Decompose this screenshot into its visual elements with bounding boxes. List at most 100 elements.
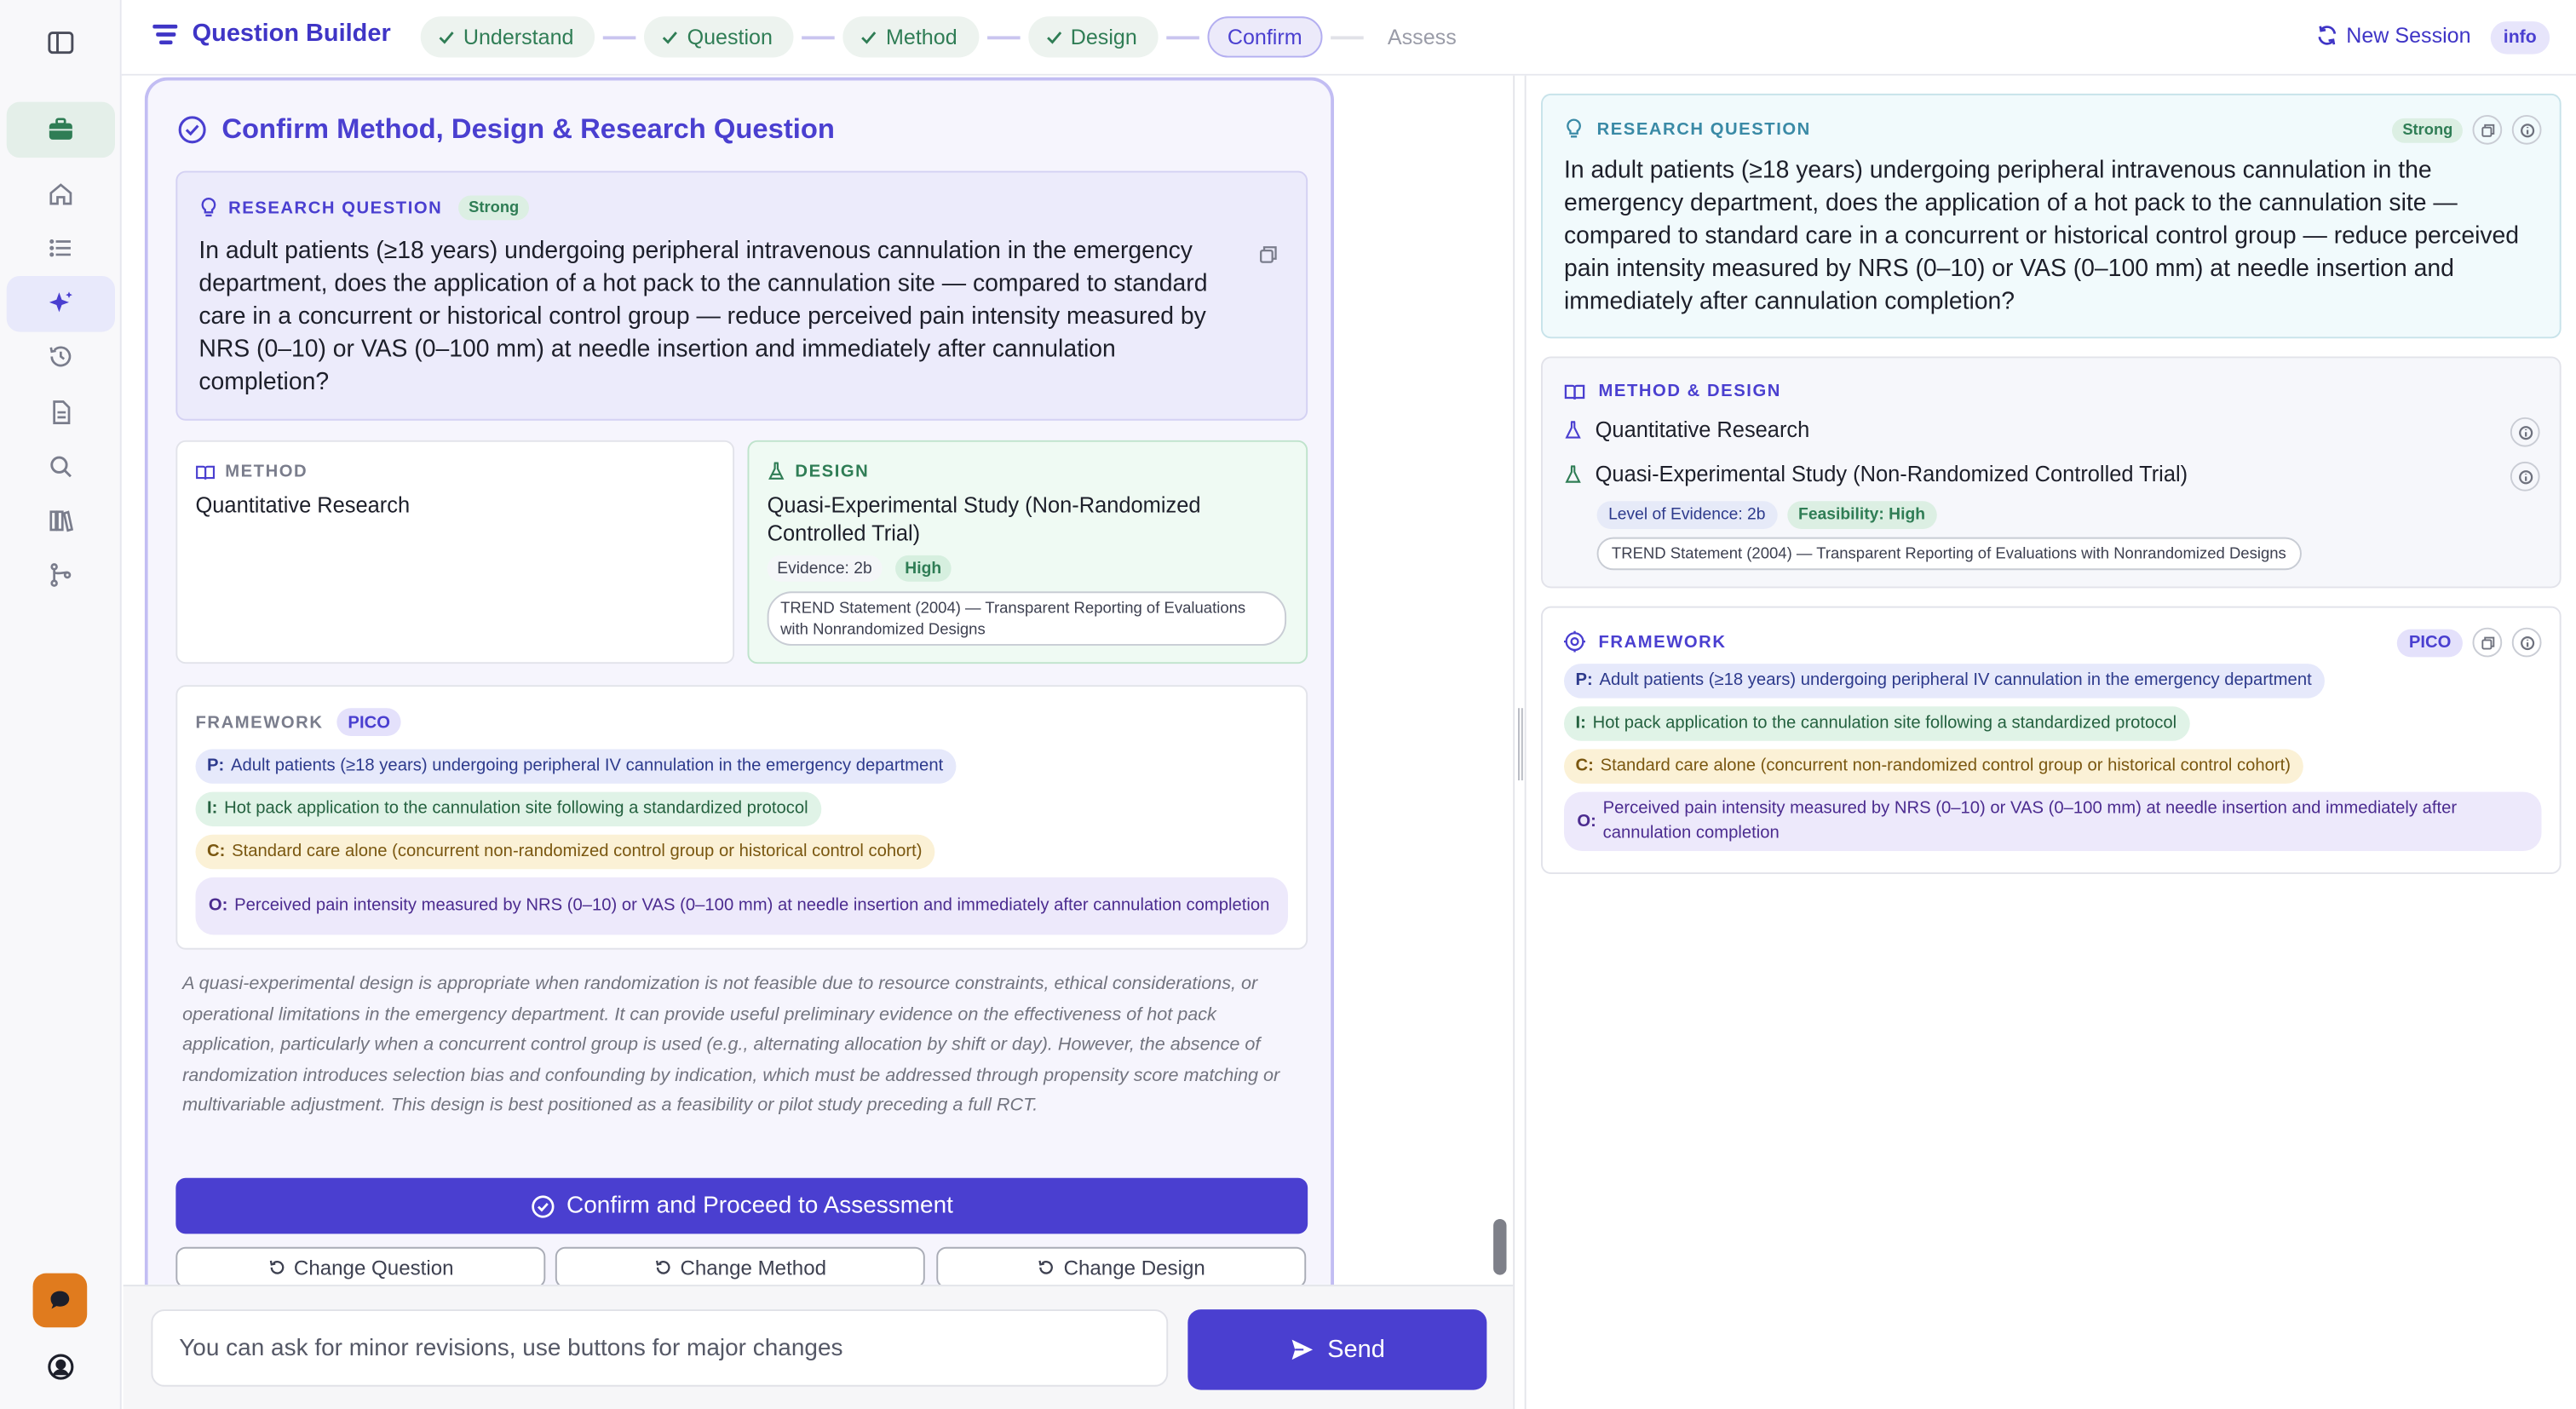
- progress-stepper: Understand Question Method Design Confir…: [420, 16, 1473, 58]
- summary-method-row: Quantitative Research: [1564, 417, 1809, 442]
- pico-intervention: I: Hot pack application to the cannulatio…: [1563, 706, 2190, 741]
- summary-framework-card: Framework PICO P: Adult patients (≥18 yea…: [1540, 606, 2562, 874]
- step-label: Understand: [463, 24, 574, 49]
- history-icon[interactable]: [7, 329, 115, 385]
- summary-rq-text: In adult patients (≥18 years) undergoing…: [1563, 158, 2520, 316]
- step-connector: [986, 35, 1020, 39]
- search-icon[interactable]: [7, 439, 115, 495]
- pico-key: P:: [1575, 670, 1593, 690]
- home-icon[interactable]: [7, 166, 115, 222]
- design-label: Design: [795, 461, 870, 482]
- step-connector: [1166, 35, 1200, 39]
- panel-toggle-icon[interactable]: [7, 14, 115, 71]
- lightbulb-icon: [198, 197, 218, 218]
- summary-rq-label: Research Question: [1596, 118, 1811, 139]
- check-icon: [860, 28, 877, 46]
- flask-icon: [1564, 420, 1582, 440]
- library-icon[interactable]: [7, 493, 115, 549]
- book-open-icon: [1564, 382, 1585, 400]
- pico-intervention: I: Hot pack application to the cannulatio…: [195, 791, 822, 827]
- send-button[interactable]: Send: [1187, 1309, 1487, 1390]
- framework-label: Framework: [195, 712, 324, 733]
- summary-method-design-card: Method & Design Quantitative Research Qu…: [1540, 356, 2562, 589]
- info-icon[interactable]: [2510, 461, 2540, 492]
- new-session-label: New Session: [2346, 22, 2471, 48]
- list-icon[interactable]: [7, 220, 115, 276]
- summary-framework-header: Framework: [1563, 630, 1727, 653]
- info-icon[interactable]: [2510, 417, 2540, 447]
- reporting-guideline-chip: TREND Statement (2004) — Transparent Rep…: [767, 591, 1287, 646]
- step-confirm[interactable]: Confirm: [1207, 16, 1322, 58]
- method-label: Method: [225, 461, 308, 482]
- summary-framework-label: Framework: [1598, 631, 1727, 652]
- flask-icon: [1564, 464, 1582, 484]
- document-icon[interactable]: [7, 384, 115, 440]
- pico-text: Standard care alone (concurrent non-rand…: [1600, 756, 2291, 776]
- undo-icon: [1038, 1258, 1055, 1276]
- evidence-badge: Evidence: 2b: [767, 555, 883, 582]
- pico-outcome: O: Perceived pain intensity measured by N…: [1563, 791, 2542, 851]
- chat-scrollbar-thumb[interactable]: [1493, 1218, 1507, 1275]
- strength-badge: Strong: [458, 195, 529, 221]
- copy-icon[interactable]: [2472, 627, 2503, 658]
- step-understand[interactable]: Understand: [420, 16, 595, 58]
- briefcase-icon[interactable]: [6, 101, 115, 158]
- pane-resize-handle[interactable]: [1517, 708, 1523, 781]
- change-design-label: Change Design: [1063, 1256, 1205, 1280]
- feasibility-badge: High: [894, 555, 952, 582]
- step-method[interactable]: Method: [842, 16, 979, 58]
- research-question-label: Research Question: [228, 198, 443, 218]
- info-icon[interactable]: [2511, 627, 2542, 658]
- message-input[interactable]: [151, 1309, 1169, 1387]
- book-open-icon: [195, 463, 216, 480]
- top-bar: Question Builder Understand Question Met…: [121, 0, 2576, 76]
- confirm-proceed-button[interactable]: Confirm and Proceed to Assessment: [175, 1177, 1308, 1234]
- logo-icon: [151, 20, 181, 47]
- confirmation-title: Confirm Method, Design & Research Questi…: [221, 113, 835, 145]
- step-connector: [1330, 35, 1363, 39]
- change-method-button[interactable]: Change Method: [555, 1246, 925, 1285]
- confirmation-card: Confirm Method, Design & Research Questi…: [144, 77, 1334, 1285]
- method-card: Method Quantitative Research: [175, 440, 735, 664]
- step-label: Confirm: [1227, 24, 1302, 49]
- research-question-card: Research Question Strong In adult patien…: [175, 170, 1308, 421]
- pico-outcome: O: Perceived pain intensity measured by N…: [195, 877, 1288, 935]
- summary-pane: Research Question Strong In adult patien…: [1526, 75, 2576, 1409]
- pico-key: O:: [208, 895, 228, 916]
- step-label: Assess: [1387, 24, 1457, 49]
- branch-icon[interactable]: [7, 547, 115, 603]
- info-badge[interactable]: info: [2490, 21, 2550, 55]
- user-account-icon[interactable]: [7, 1339, 115, 1395]
- pico-text: Adult patients (≥18 years) undergoing pe…: [1599, 670, 2312, 690]
- step-question[interactable]: Question: [644, 16, 795, 58]
- step-assess: Assess: [1371, 16, 1473, 57]
- research-question-text: In adult patients (≥18 years) undergoing…: [198, 238, 1208, 396]
- summary-design-row: Quasi-Experimental Study (Non-Randomized…: [1564, 462, 2188, 486]
- sparkles-icon[interactable]: [6, 275, 115, 332]
- change-question-label: Change Question: [293, 1256, 454, 1280]
- summary-research-question-card: Research Question Strong In adult patien…: [1540, 93, 2562, 339]
- new-session-button[interactable]: New Session: [2317, 23, 2471, 48]
- pico-text: Perceived pain intensity measured by NRS…: [1602, 798, 2458, 843]
- pico-text: Hot pack application to the cannulation …: [224, 798, 808, 819]
- info-icon[interactable]: [2511, 114, 2542, 145]
- step-design[interactable]: Design: [1027, 16, 1159, 58]
- method-value: Quantitative Research: [195, 492, 411, 518]
- pico-key: P:: [206, 756, 225, 776]
- step-label: Design: [1070, 24, 1137, 49]
- copy-icon[interactable]: [2472, 114, 2503, 145]
- pico-text: Perceived pain intensity measured by NRS…: [234, 895, 1270, 916]
- check-circle-icon: [531, 1193, 555, 1218]
- step-connector: [802, 35, 836, 39]
- chat-bubble-button[interactable]: [32, 1273, 88, 1328]
- brand: Question Builder: [151, 20, 391, 48]
- step-connector: [603, 35, 636, 39]
- pico-key: I:: [1575, 712, 1586, 733]
- framework-header: Framework PICO: [195, 708, 402, 736]
- step-label: Method: [886, 24, 957, 49]
- summary-md-label: Method & Design: [1598, 381, 1781, 401]
- change-design-button[interactable]: Change Design: [936, 1246, 1307, 1285]
- app-title: Question Builder: [192, 20, 391, 48]
- change-question-button[interactable]: Change Question: [175, 1246, 546, 1285]
- copy-icon[interactable]: [1258, 244, 1278, 264]
